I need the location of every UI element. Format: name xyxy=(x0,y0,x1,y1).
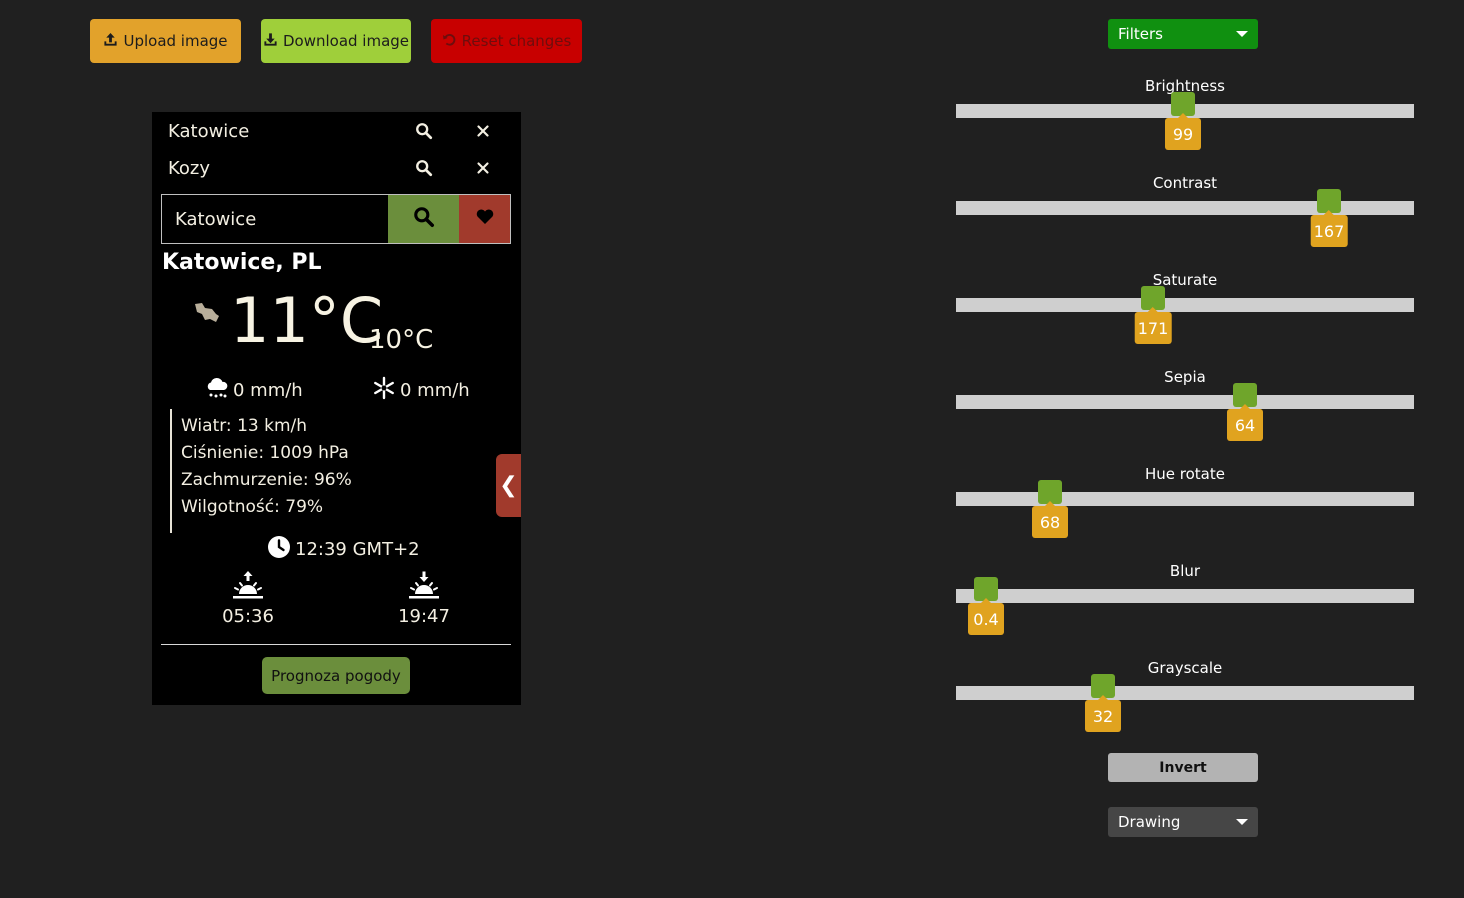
slider-label: Grayscale xyxy=(1147,659,1223,677)
heart-icon xyxy=(475,207,495,231)
snow-amount: 0 mm/h xyxy=(372,376,470,405)
slider-track[interactable] xyxy=(956,298,1414,312)
undo-icon xyxy=(442,32,457,51)
snow-value: 0 mm/h xyxy=(400,380,470,401)
city-search-bar: Katowice xyxy=(161,194,511,244)
caret-down-icon xyxy=(1236,31,1248,37)
sunset-time: 19:47 xyxy=(398,606,450,627)
favorite-city-name: Katowice xyxy=(168,120,250,142)
temperature: 11°C xyxy=(230,284,384,357)
slider-value-badge: 32 xyxy=(1085,695,1121,732)
search-icon[interactable] xyxy=(413,157,435,179)
reset-changes-label: Reset changes xyxy=(461,32,572,50)
slider-label: Blur xyxy=(1169,562,1201,580)
humidity-detail: Wilgotność: 79% xyxy=(181,497,324,517)
search-icon xyxy=(413,206,435,232)
slider-track[interactable] xyxy=(956,686,1414,700)
filter-slider-saturate[interactable]: Saturate 171 xyxy=(956,271,1414,351)
download-icon xyxy=(263,32,278,51)
add-favorite-button[interactable] xyxy=(459,195,510,243)
wind-detail: Wiatr: 13 km/h xyxy=(181,416,308,436)
search-icon[interactable] xyxy=(413,120,435,142)
sunrise: 05:36 xyxy=(218,570,278,627)
slider-value-badge: 0.4 xyxy=(968,598,1004,635)
slider-label: Hue rotate xyxy=(1145,465,1225,483)
filters-dropdown[interactable]: Filters xyxy=(1108,19,1258,49)
city-search-input[interactable]: Katowice xyxy=(162,195,388,243)
divider xyxy=(161,644,511,645)
filter-slider-contrast[interactable]: Contrast 167 xyxy=(956,174,1414,254)
rain-cloud-icon xyxy=(205,376,229,405)
slider-value-badge: 167 xyxy=(1310,210,1348,247)
collapse-panel-button[interactable]: ❮ xyxy=(496,454,521,517)
slider-value-badge: 64 xyxy=(1227,404,1263,441)
drawing-dropdown-label: Drawing xyxy=(1118,813,1181,831)
pressure-detail: Ciśnienie: 1009 hPa xyxy=(181,443,349,463)
weather-details: Wiatr: 13 km/h Ciśnienie: 1009 hPa Zachm… xyxy=(170,409,352,533)
filter-slider-hue-rotate[interactable]: Hue rotate 68 xyxy=(956,465,1414,545)
rain-amount: 0 mm/h xyxy=(205,376,303,405)
city-title: Katowice, PL xyxy=(162,250,322,275)
sunset-icon xyxy=(394,570,454,600)
favorite-city-item[interactable]: Kozy xyxy=(168,153,508,183)
slider-label: Contrast xyxy=(1152,174,1218,192)
weather-panel: Katowice Kozy Katowice Katowice, PL 11°C… xyxy=(152,112,521,705)
drawing-dropdown[interactable]: Drawing xyxy=(1108,807,1258,837)
favorite-city-name: Kozy xyxy=(168,157,211,179)
upload-icon xyxy=(103,32,118,51)
slider-track[interactable] xyxy=(956,395,1414,409)
download-image-label: Download image xyxy=(282,32,410,50)
filters-dropdown-label: Filters xyxy=(1118,25,1163,43)
search-button[interactable] xyxy=(388,195,459,243)
slider-value-badge: 171 xyxy=(1134,307,1172,344)
sunrise-icon xyxy=(218,570,278,600)
favorite-city-item[interactable]: Katowice xyxy=(168,116,508,146)
filter-slider-brightness[interactable]: Brightness 99 xyxy=(956,77,1414,157)
upload-image-label: Upload image xyxy=(123,32,228,50)
filter-slider-blur[interactable]: Blur 0.4 xyxy=(956,562,1414,642)
slider-track[interactable] xyxy=(956,589,1414,603)
slider-label: Saturate xyxy=(1152,271,1218,289)
rain-value: 0 mm/h xyxy=(233,380,303,401)
filter-slider-grayscale[interactable]: Grayscale 32 xyxy=(956,659,1414,739)
cloud-cover-detail: Zachmurzenie: 96% xyxy=(181,470,352,490)
upload-image-button[interactable]: Upload image xyxy=(90,19,241,63)
forecast-button[interactable]: Prognoza pogody xyxy=(262,657,410,694)
local-time: 12:39 GMT+2 xyxy=(267,535,420,564)
time-value: 12:39 GMT+2 xyxy=(295,539,420,560)
clock-icon xyxy=(267,535,291,564)
slider-track[interactable] xyxy=(956,201,1414,215)
download-image-button[interactable]: Download image xyxy=(261,19,411,63)
slider-track[interactable] xyxy=(956,492,1414,506)
filter-slider-sepia[interactable]: Sepia 64 xyxy=(956,368,1414,448)
slider-label: Sepia xyxy=(1164,368,1206,386)
reset-changes-button[interactable]: Reset changes xyxy=(431,19,582,63)
sunset: 19:47 xyxy=(394,570,454,627)
cloud-weather-icon xyxy=(192,300,222,326)
caret-down-icon xyxy=(1236,819,1248,825)
close-icon[interactable] xyxy=(472,120,494,142)
sunrise-time: 05:36 xyxy=(222,606,274,627)
snowflake-icon xyxy=(372,376,396,405)
slider-value-badge: 68 xyxy=(1032,501,1068,538)
close-icon[interactable] xyxy=(472,157,494,179)
feels-like-temperature: 10°C xyxy=(369,325,434,355)
invert-button[interactable]: Invert xyxy=(1108,753,1258,782)
slider-value-badge: 99 xyxy=(1165,113,1201,150)
